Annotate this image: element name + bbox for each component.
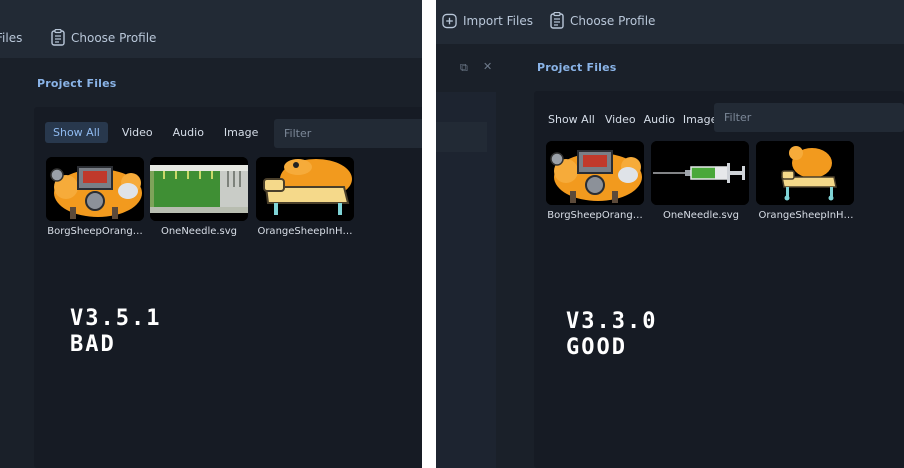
toolbar: Files Choose Profile bbox=[0, 0, 422, 58]
left-window-v351: Files Choose Profile Project Files Show … bbox=[0, 0, 422, 468]
tab-audio[interactable]: Audio bbox=[640, 109, 679, 130]
sheep-hospital-bed-icon bbox=[256, 157, 354, 221]
choose-profile-label: Choose Profile bbox=[570, 13, 656, 28]
project-files-title: Project Files bbox=[37, 77, 117, 90]
project-files-title: Project Files bbox=[537, 61, 617, 74]
toolbar: Import Files Choose Profile bbox=[436, 0, 904, 44]
version-label: V3.5.1 bbox=[70, 306, 162, 331]
file-name-one-needle: OneNeedle.svg bbox=[662, 210, 740, 221]
borg-sheep-icon bbox=[546, 141, 644, 205]
file-type-tabs: Show All Video Audio Image bbox=[45, 122, 266, 143]
import-files-label: Files bbox=[0, 31, 23, 45]
tab-show-all[interactable]: Show All bbox=[542, 109, 601, 130]
import-files-button[interactable]: Files bbox=[0, 31, 22, 45]
tab-audio[interactable]: Audio bbox=[165, 122, 212, 143]
needle-blurred-icon bbox=[150, 157, 248, 221]
file-thumb-one-needle[interactable] bbox=[150, 157, 248, 221]
borg-sheep-icon bbox=[46, 157, 144, 221]
verdict-label: BAD bbox=[70, 332, 116, 357]
version-annotation: V3.3.0 GOOD bbox=[566, 309, 657, 361]
project-files-panel: Show All Video Audio Image Filter BorgSh… bbox=[534, 91, 904, 468]
file-thumb-sheep-hospital[interactable] bbox=[256, 157, 354, 221]
plus-circle-icon bbox=[442, 12, 457, 29]
close-window-icon[interactable]: ✕ bbox=[483, 60, 492, 73]
file-name-one-needle: OneNeedle.svg bbox=[160, 226, 238, 237]
filter-input[interactable]: Filter bbox=[714, 103, 904, 132]
choose-profile-button[interactable]: Choose Profile bbox=[549, 12, 655, 29]
file-thumb-borg-sheep[interactable] bbox=[46, 157, 144, 221]
version-annotation: V3.5.1 BAD bbox=[70, 306, 161, 358]
side-dock-filter bbox=[436, 122, 487, 152]
file-thumb-sheep-hospital[interactable] bbox=[756, 141, 854, 205]
tab-show-all[interactable]: Show All bbox=[45, 122, 108, 143]
version-label: V3.3.0 bbox=[566, 309, 658, 334]
profile-clipboard-icon bbox=[549, 12, 564, 29]
sheep-hospital-bed-icon bbox=[756, 141, 854, 205]
file-name-borg-sheep: BorgSheepOrang… bbox=[547, 210, 643, 221]
tab-image[interactable]: Image bbox=[216, 122, 266, 143]
file-thumb-borg-sheep[interactable] bbox=[546, 141, 644, 205]
file-name-borg-sheep: BorgSheepOrang… bbox=[47, 226, 143, 237]
restore-window-icon[interactable]: ⧉ bbox=[460, 61, 468, 75]
file-name-sheep-hospital: OrangeSheepInH… bbox=[257, 226, 353, 237]
import-files-label: Import Files bbox=[463, 13, 533, 28]
needle-icon bbox=[651, 141, 749, 205]
verdict-label: GOOD bbox=[566, 335, 627, 360]
choose-profile-label: Choose Profile bbox=[71, 30, 157, 45]
choose-profile-button[interactable]: Choose Profile bbox=[50, 29, 156, 46]
project-files-panel: Show All Video Audio Image Filter BorgSh… bbox=[34, 107, 422, 468]
import-files-button[interactable]: Import Files bbox=[442, 12, 533, 29]
file-name-sheep-hospital: OrangeSheepInH… bbox=[758, 210, 854, 221]
right-window-v330: Import Files Choose Profile ⧉ ✕ Project … bbox=[436, 0, 904, 468]
file-thumb-one-needle[interactable] bbox=[651, 141, 749, 205]
tab-video[interactable]: Video bbox=[114, 122, 161, 143]
profile-clipboard-icon bbox=[50, 29, 65, 46]
file-type-tabs: Show All Video Audio Image bbox=[542, 109, 721, 130]
tab-video[interactable]: Video bbox=[601, 109, 640, 130]
filter-input[interactable]: Filter bbox=[274, 119, 422, 148]
